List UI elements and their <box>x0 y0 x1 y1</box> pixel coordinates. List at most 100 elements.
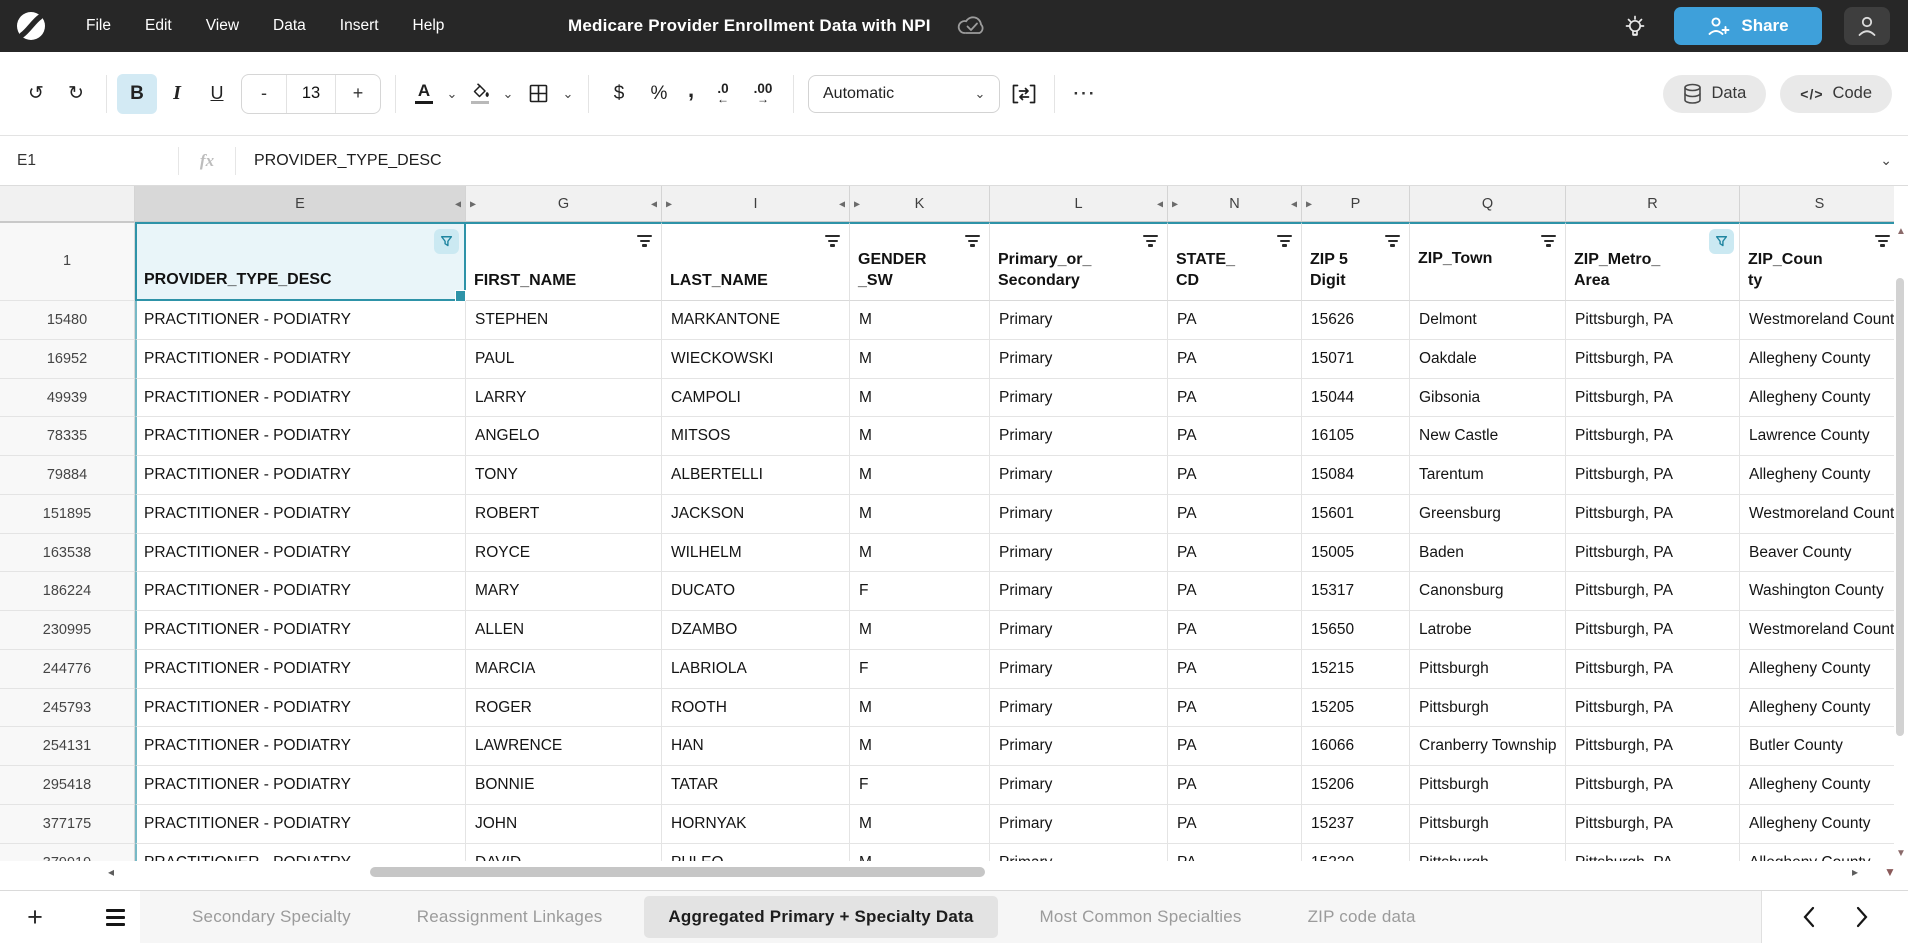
cell[interactable]: PA <box>1168 766 1302 805</box>
font-size-decrease-button[interactable]: - <box>242 75 286 113</box>
table-header-cell-Q[interactable]: ZIP_Town <box>1410 222 1566 301</box>
cell[interactable]: PA <box>1168 456 1302 495</box>
cell[interactable]: PAUL <box>466 340 662 379</box>
cell[interactable]: PA <box>1168 340 1302 379</box>
redo-button[interactable]: ↻ <box>56 74 96 114</box>
italic-button[interactable]: I <box>157 74 197 114</box>
cell[interactable]: Westmoreland County <box>1740 611 1894 650</box>
cell[interactable]: STEPHEN <box>466 301 662 340</box>
cell[interactable]: PA <box>1168 689 1302 728</box>
cell[interactable]: PA <box>1168 572 1302 611</box>
row-number[interactable]: 254131 <box>0 727 135 766</box>
cell[interactable]: Primary <box>990 417 1168 456</box>
cell[interactable]: Primary <box>990 456 1168 495</box>
cell[interactable]: JOHN <box>466 805 662 844</box>
cell[interactable]: MARCIA <box>466 650 662 689</box>
column-header-G[interactable]: G▸◂ <box>466 186 662 222</box>
sheet-tab-reassignment-linkages[interactable]: Reassignment Linkages <box>393 896 627 938</box>
share-button[interactable]: Share <box>1674 7 1822 45</box>
horizontal-scrollbar[interactable]: ◂ ▸ ▼ <box>0 861 1908 890</box>
cell[interactable]: Pittsburgh, PA <box>1566 572 1740 611</box>
cell[interactable]: MARKANTONE <box>662 301 850 340</box>
cell[interactable]: Primary <box>990 766 1168 805</box>
row-number[interactable]: 163538 <box>0 534 135 573</box>
filter-active-icon[interactable] <box>434 229 459 254</box>
document-title[interactable]: Medicare Provider Enrollment Data with N… <box>568 16 931 36</box>
cell[interactable]: PRACTITIONER - PODIATRY <box>135 766 466 805</box>
row-number[interactable]: 151895 <box>0 495 135 534</box>
text-color-dropdown-chevron[interactable]: ⌄ <box>442 74 462 114</box>
cell[interactable]: ROBERT <box>466 495 662 534</box>
cell[interactable]: M <box>850 727 990 766</box>
cell[interactable]: PA <box>1168 379 1302 418</box>
cell[interactable]: PRACTITIONER - PODIATRY <box>135 301 466 340</box>
cell[interactable]: PRACTITIONER - PODIATRY <box>135 379 466 418</box>
scroll-left-arrow[interactable]: ◂ <box>108 865 114 879</box>
cell[interactable]: LAWRENCE <box>466 727 662 766</box>
feedback-lightbulb-button[interactable] <box>1618 9 1652 43</box>
cell[interactable]: Pittsburgh <box>1410 689 1566 728</box>
row-number[interactable]: 245793 <box>0 689 135 728</box>
hidden-columns-indicator-icon[interactable]: ◂ <box>651 196 657 210</box>
cell[interactable]: PA <box>1168 534 1302 573</box>
cell[interactable]: Primary <box>990 650 1168 689</box>
cell[interactable]: 15206 <box>1302 766 1410 805</box>
cell[interactable]: Allegheny County <box>1740 650 1894 689</box>
sort-filter-icon[interactable] <box>1541 235 1556 247</box>
cell[interactable]: PRACTITIONER - PODIATRY <box>135 534 466 573</box>
row-number[interactable]: 244776 <box>0 650 135 689</box>
formula-bar-expand-chevron[interactable]: ⌄ <box>1880 152 1892 169</box>
cell[interactable]: JACKSON <box>662 495 850 534</box>
cell[interactable]: ROYCE <box>466 534 662 573</box>
column-header-K[interactable]: K▸ <box>850 186 990 222</box>
column-header-Q[interactable]: Q <box>1410 186 1566 222</box>
cell[interactable]: HORNYAK <box>662 805 850 844</box>
fill-handle[interactable] <box>455 290 466 301</box>
cell[interactable]: Greensburg <box>1410 495 1566 534</box>
hidden-columns-indicator-icon[interactable]: ◂ <box>1291 196 1297 210</box>
cell[interactable]: 15220 <box>1302 844 1410 862</box>
cell[interactable]: PA <box>1168 495 1302 534</box>
cell[interactable]: Oakdale <box>1410 340 1566 379</box>
sort-filter-icon[interactable] <box>1277 235 1292 247</box>
underline-button[interactable]: U <box>197 74 237 114</box>
row-number[interactable]: 295418 <box>0 766 135 805</box>
cell[interactable]: Pittsburgh <box>1410 650 1566 689</box>
menu-view[interactable]: View <box>189 11 256 41</box>
row-number[interactable]: 186224 <box>0 572 135 611</box>
vertical-scrollbar[interactable]: ▲ ▼ <box>1894 226 1907 861</box>
sheet-tab-aggregated-primary-specialty-data[interactable]: Aggregated Primary + Specialty Data <box>644 896 997 938</box>
table-header-cell-L[interactable]: Primary_or_Secondary <box>990 222 1168 301</box>
cell[interactable]: Allegheny County <box>1740 766 1894 805</box>
cell[interactable]: PA <box>1168 301 1302 340</box>
cell[interactable]: Pittsburgh, PA <box>1566 650 1740 689</box>
cell[interactable]: M <box>850 534 990 573</box>
cell[interactable]: DUCATO <box>662 572 850 611</box>
cell[interactable]: Pittsburgh, PA <box>1566 495 1740 534</box>
cell[interactable]: Allegheny County <box>1740 456 1894 495</box>
cell[interactable]: 15317 <box>1302 572 1410 611</box>
tabs-scroll-left-button[interactable] <box>1795 900 1821 934</box>
row-number[interactable]: 230995 <box>0 611 135 650</box>
cell[interactable]: 15044 <box>1302 379 1410 418</box>
sort-filter-icon[interactable] <box>1385 235 1400 247</box>
scroll-right-arrow[interactable]: ▸ <box>1852 865 1858 879</box>
column-header-R[interactable]: R <box>1566 186 1740 222</box>
vertical-scrollbar-thumb[interactable] <box>1896 278 1904 736</box>
cell-reference-box[interactable]: E1 <box>0 152 178 170</box>
sheet-menu-hamburger-button[interactable] <box>96 897 134 937</box>
cell[interactable]: Tarentum <box>1410 456 1566 495</box>
filter-active-icon[interactable] <box>1709 229 1734 254</box>
font-size-increase-button[interactable]: + <box>336 75 380 113</box>
row-number[interactable]: 379919 <box>0 844 135 862</box>
cell[interactable]: Allegheny County <box>1740 379 1894 418</box>
cell[interactable]: 15071 <box>1302 340 1410 379</box>
cell[interactable]: Primary <box>990 379 1168 418</box>
sheet-tab-secondary-specialty[interactable]: Secondary Specialty <box>168 896 375 938</box>
cell[interactable]: M <box>850 379 990 418</box>
table-header-cell-K[interactable]: GENDER_SW <box>850 222 990 301</box>
cell[interactable]: Pittsburgh, PA <box>1566 805 1740 844</box>
cell[interactable]: Pittsburgh, PA <box>1566 340 1740 379</box>
cell[interactable]: PRACTITIONER - PODIATRY <box>135 727 466 766</box>
code-panel-button[interactable]: </> Code <box>1780 75 1892 113</box>
